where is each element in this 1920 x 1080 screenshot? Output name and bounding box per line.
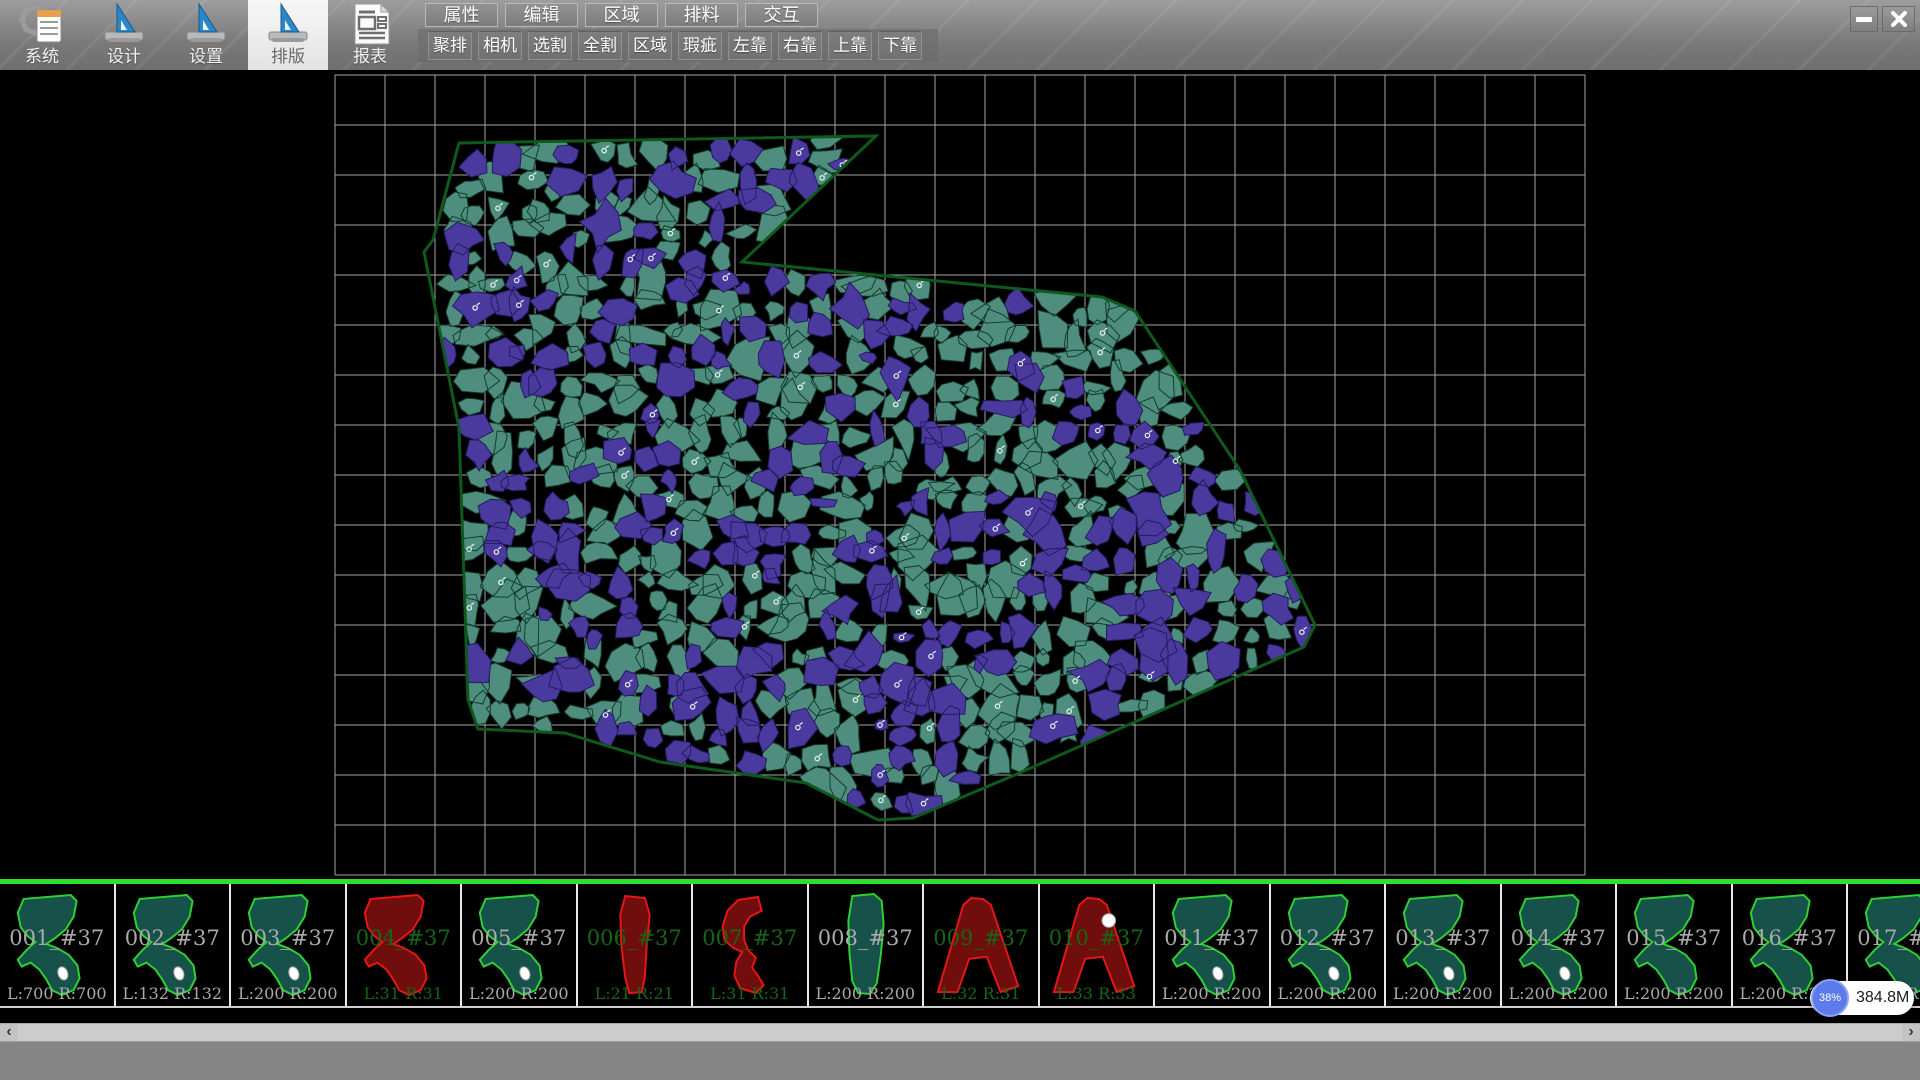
close-icon: [1891, 11, 1907, 27]
tool-button-0[interactable]: 聚排: [428, 31, 472, 60]
menu-item-0[interactable]: 属性: [425, 3, 498, 27]
piece-name: 012_#37: [1271, 926, 1385, 950]
piece-lr-count: L:31 R:31: [693, 984, 807, 1003]
piece-name: 010_#37: [1040, 926, 1154, 950]
piece-name: 015_#37: [1617, 926, 1731, 950]
tab-settings-ruler[interactable]: 设置: [166, 0, 246, 70]
piece-name: 011_#37: [1155, 926, 1269, 950]
piece-thumbnail-001_#37[interactable]: 001_#37 L:700 R:700: [0, 884, 116, 1006]
tool-button-9[interactable]: 下靠: [878, 31, 922, 60]
piece-thumbnail-013_#37[interactable]: 013_#37 L:200 R:200: [1386, 884, 1502, 1006]
piece-name: 006_#37: [578, 926, 692, 950]
piece-lr-count: L:132 R:132: [116, 984, 230, 1003]
menu-item-1[interactable]: 编辑: [505, 3, 578, 27]
tab-label: 系统: [25, 46, 59, 68]
report-document-icon: [347, 2, 393, 46]
piece-thumbnail-003_#37[interactable]: 003_#37 L:200 R:200: [231, 884, 347, 1006]
piece-lr-count: L:200 R:200: [231, 984, 345, 1003]
tab-system-gear[interactable]: 系统: [2, 0, 82, 70]
nested-pieces: [424, 128, 1311, 816]
piece-thumbnail-010_#37[interactable]: 010_#37 L:33 R:33: [1040, 884, 1156, 1006]
progress-percent: 38%: [1819, 992, 1841, 1004]
piece-thumbnail-004_#37[interactable]: 004_#37 L:31 R:31: [347, 884, 463, 1006]
piece-name: 013_#37: [1386, 926, 1500, 950]
piece-name: 017_#37: [1848, 926, 1920, 950]
application-window: 系统设计设置排版报表 属性编辑区域排料交互 聚排相机选割全割区域瑕疵左靠右靠上靠…: [0, 0, 1920, 1080]
memory-value: 384.8M: [1856, 989, 1909, 1007]
tab-nesting-ruler[interactable]: 排版: [248, 0, 328, 70]
piece-name: 004_#37: [347, 926, 461, 950]
tool-button-3[interactable]: 全割: [578, 31, 622, 60]
status-badge: 38% 384.8M: [1810, 981, 1914, 1015]
tool-button-4[interactable]: 区域: [628, 31, 672, 60]
tab-report-document[interactable]: 报表: [330, 0, 410, 70]
tab-label: 设置: [189, 46, 223, 68]
tool-button-6[interactable]: 左靠: [728, 31, 772, 60]
piece-lr-count: L:200 R:200: [1386, 984, 1500, 1003]
piece-name: 003_#37: [231, 926, 345, 950]
piece-name: 016_#37: [1733, 926, 1847, 950]
piece-name: 008_#37: [809, 926, 923, 950]
piece-lr-count: L:32 R:31: [924, 984, 1038, 1003]
piece-lr-count: L:200 R:200: [1617, 984, 1731, 1003]
piece-lr-count: L:200 R:200: [1502, 984, 1616, 1003]
tab-label: 报表: [353, 46, 387, 68]
piece-name: 014_#37: [1502, 926, 1616, 950]
piece-thumbnail-009_#37[interactable]: 009_#37 L:32 R:31: [924, 884, 1040, 1006]
scroll-right-button[interactable]: ›: [1902, 1024, 1920, 1042]
piece-thumbnail-008_#37[interactable]: 008_#37 L:200 R:200: [809, 884, 925, 1006]
tab-design-ruler[interactable]: 设计: [84, 0, 164, 70]
tool-button-8[interactable]: 上靠: [828, 31, 872, 60]
piece-thumbnail-002_#37[interactable]: 002_#37 L:132 R:132: [116, 884, 232, 1006]
piece-lr-count: L:700 R:700: [0, 984, 114, 1003]
scroll-left-button[interactable]: ‹: [0, 1024, 18, 1042]
piece-lr-count: L:31 R:31: [347, 984, 461, 1003]
toolbar: 系统设计设置排版报表 属性编辑区域排料交互 聚排相机选割全割区域瑕疵左靠右靠上靠…: [0, 0, 1920, 70]
piece-name: 009_#37: [924, 926, 1038, 950]
tab-label: 设计: [107, 46, 141, 68]
design-ruler-icon: [101, 2, 147, 46]
piece-thumbnail-006_#37[interactable]: 006_#37 L:21 R:21: [578, 884, 694, 1006]
menu-item-3[interactable]: 排料: [665, 3, 738, 27]
minimize-icon: [1856, 17, 1872, 22]
nesting-canvas[interactable]: [0, 70, 1920, 879]
piece-name: 001_#37: [0, 926, 114, 950]
piece-lr-count: L:33 R:33: [1040, 984, 1154, 1003]
horizontal-scrollbar[interactable]: ‹ ›: [0, 1023, 1920, 1041]
settings-ruler-icon: [183, 2, 229, 46]
piece-name: 005_#37: [462, 926, 576, 950]
tool-button-2[interactable]: 选割: [528, 31, 572, 60]
nesting-ruler-icon: [265, 2, 311, 46]
piece-thumbnail-011_#37[interactable]: 011_#37 L:200 R:200: [1155, 884, 1271, 1006]
piece-thumbnail-015_#37[interactable]: 015_#37 L:200 R:200: [1617, 884, 1733, 1006]
piece-thumbnail-007_#37[interactable]: 007_#37 L:31 R:31: [693, 884, 809, 1006]
progress-circle: 38%: [1811, 979, 1849, 1017]
tab-label: 排版: [271, 46, 305, 68]
close-button[interactable]: [1882, 6, 1915, 32]
menu-item-2[interactable]: 区域: [585, 3, 658, 27]
minimize-button[interactable]: [1850, 6, 1878, 32]
piece-thumbnail-012_#37[interactable]: 012_#37 L:200 R:200: [1271, 884, 1387, 1006]
piece-lr-count: L:200 R:200: [809, 984, 923, 1003]
piece-name: 007_#37: [693, 926, 807, 950]
system-gear-icon: [19, 2, 65, 46]
menu-item-4[interactable]: 交互: [745, 3, 818, 27]
piece-name: 002_#37: [116, 926, 230, 950]
tool-button-7[interactable]: 右靠: [778, 31, 822, 60]
bottom-bar: [0, 1041, 1920, 1080]
tool-button-5[interactable]: 瑕疵: [678, 31, 722, 60]
piece-thumbnail-005_#37[interactable]: 005_#37 L:200 R:200: [462, 884, 578, 1006]
piece-thumbnail-014_#37[interactable]: 014_#37 L:200 R:200: [1502, 884, 1618, 1006]
piece-lr-count: L:21 R:21: [578, 984, 692, 1003]
piece-lr-count: L:200 R:200: [1155, 984, 1269, 1003]
piece-thumbnail-strip: 001_#37L:700 R:700002_#37L:132 R:132003_…: [0, 884, 1920, 1008]
tool-button-1[interactable]: 相机: [478, 31, 522, 60]
piece-lr-count: L:200 R:200: [1271, 984, 1385, 1003]
piece-lr-count: L:200 R:200: [462, 984, 576, 1003]
